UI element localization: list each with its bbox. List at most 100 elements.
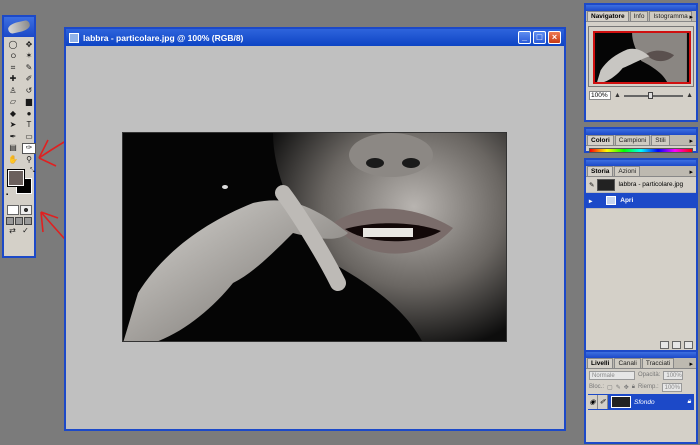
dodge-icon[interactable]: ● <box>22 108 36 120</box>
tab-layers[interactable]: Livelli <box>587 358 614 368</box>
layer-lock-icon: 🔒︎ <box>687 398 691 405</box>
snapshot-thumbnail <box>597 178 616 191</box>
navigator-thumbnail-image <box>597 33 687 82</box>
tab-color[interactable]: Colori <box>587 135 614 145</box>
full-screen-menu-button[interactable] <box>14 216 23 225</box>
navigator-view-box[interactable] <box>593 31 691 84</box>
minimize-button[interactable]: _ <box>518 31 531 44</box>
layers-palette: Livelli Canali Tracciati ▸ Normale Opaci… <box>584 350 698 444</box>
tab-actions[interactable]: Azioni <box>614 166 641 176</box>
imageready-jump-icon[interactable]: ⇄ <box>9 226 16 235</box>
navigator-preview[interactable] <box>588 26 694 87</box>
blur-icon[interactable]: ◆ <box>6 108 20 120</box>
maximize-button[interactable]: □ <box>533 31 546 44</box>
lock-transparency-icon[interactable]: ▢ <box>607 384 613 391</box>
open-step-icon <box>606 196 617 205</box>
pen-icon[interactable]: ✒ <box>6 131 20 143</box>
layers-lock-row: Bloc.: ▢ ✎ ✥ 🔒︎ Riemp.: 100% <box>586 381 696 393</box>
palette-menu-icon[interactable]: ▸ <box>689 168 693 176</box>
color-spectrum-bar[interactable] <box>589 148 693 153</box>
tab-channels[interactable]: Canali <box>614 358 641 368</box>
document-image[interactable] <box>122 132 507 342</box>
palette-menu-icon[interactable]: ▸ <box>689 137 693 145</box>
palette-menu-icon[interactable]: ▸ <box>689 360 693 368</box>
standard-screen-button[interactable] <box>6 216 15 225</box>
zoom-in-icon[interactable]: ▲ <box>686 92 693 99</box>
eyedropper-icon[interactable]: ✑ <box>22 142 36 154</box>
layer-name: Sfondo <box>634 398 655 406</box>
opacity-input[interactable]: 100% <box>663 370 684 380</box>
tab-styles[interactable]: Stili <box>651 135 670 145</box>
document-title: labbra - particolare.jpg @ 100% (RGB/8) <box>83 32 244 43</box>
gradient-icon[interactable]: ▆ <box>22 97 36 109</box>
layer-row-background[interactable]: ◉ ✐ Sfondo 🔒︎ <box>588 394 694 410</box>
photoshop-feather-icon <box>7 19 31 35</box>
edit-in-imageready-icon[interactable]: ✓ <box>22 226 29 235</box>
zoom-icon[interactable]: ⚲ <box>22 154 36 166</box>
tab-histogram[interactable]: Istogramma <box>649 11 692 21</box>
quick-mask-mode-button[interactable] <box>19 204 32 215</box>
opacity-label: Opacità: <box>638 372 661 378</box>
crop-icon[interactable]: ⌗ <box>6 62 20 74</box>
lock-image-icon[interactable]: ✎ <box>616 384 621 391</box>
healing-brush-icon[interactable]: ✚ <box>6 74 20 86</box>
shape-icon[interactable]: ▭ <box>22 131 36 143</box>
layers-tabs: Livelli Canali Tracciati ▸ <box>586 358 696 369</box>
hand-icon[interactable]: ✋ <box>6 154 20 166</box>
document-titlebar[interactable]: labbra - particolare.jpg @ 100% (RGB/8) … <box>66 29 564 46</box>
type-icon[interactable]: T <box>22 120 36 132</box>
blend-mode-select[interactable]: Normale <box>589 370 635 380</box>
tab-swatches[interactable]: Campioni <box>614 135 651 145</box>
history-brush-source-icon[interactable]: ✎ <box>589 181 594 189</box>
history-tabs: Storia Azioni ▸ <box>586 166 696 177</box>
clone-stamp-icon[interactable]: ♙ <box>6 85 20 97</box>
lock-all-icon[interactable]: 🔒︎ <box>632 384 635 391</box>
toolbox-header[interactable] <box>4 17 34 37</box>
eraser-icon[interactable]: ▱ <box>6 97 20 109</box>
new-snapshot-button[interactable] <box>672 341 681 349</box>
close-button[interactable]: × <box>548 31 561 44</box>
tab-info[interactable]: Info <box>629 11 649 21</box>
palette-menu-icon[interactable]: ▸ <box>689 13 693 21</box>
foreground-color-swatch[interactable] <box>7 168 25 187</box>
swap-colors-icon[interactable]: ⤡ <box>30 168 35 175</box>
navigator-palette: Navigatore Info Istogramma ▸ 100% ▲ ▲ <box>584 3 698 122</box>
zoom-input[interactable]: 100% <box>589 91 611 100</box>
document-window[interactable]: labbra - particolare.jpg @ 100% (RGB/8) … <box>64 27 566 431</box>
zoom-slider[interactable] <box>623 91 684 99</box>
color-tabs: Colori Campioni Stili ▸ <box>586 135 696 146</box>
history-palette: Storia Azioni ▸ ✎ labbra - particolare.j… <box>584 158 698 353</box>
fill-label: Riemp.: <box>637 384 659 390</box>
history-brush-icon[interactable]: ↺ <box>22 85 36 97</box>
layer-visibility-eye-icon[interactable]: ◉ <box>588 395 598 409</box>
default-colors-icon[interactable]: ▪ <box>6 192 8 198</box>
tab-paths[interactable]: Tracciati <box>641 358 675 368</box>
path-select-icon[interactable]: ➤ <box>6 120 20 132</box>
lips-photo-image <box>123 133 506 341</box>
color-swatches: ⤡ ▪ <box>6 168 35 202</box>
fill-input[interactable]: 100% <box>661 382 682 392</box>
color-palette: Colori Campioni Stili ▸ <box>584 127 698 153</box>
marquee-icon[interactable]: ◯ <box>6 39 20 51</box>
magic-wand-icon[interactable]: ✶ <box>22 51 36 63</box>
new-document-from-state-button[interactable] <box>660 341 669 349</box>
tab-history[interactable]: Storia <box>587 166 614 176</box>
move-icon[interactable]: ✥ <box>22 39 36 51</box>
history-step-marker-icon: ▸ <box>589 197 593 205</box>
toolbox: ◯ ✥ ഠ ✶ ⌗ ✎ ✚ ✐ ♙ ↺ ▱ ▆ ◆ ● ➤ T ✒ ▭ ▤ ✑ ✋ ⚲ ⤡ ▪ ⇄ ✓ <box>2 15 36 258</box>
zoom-slider-thumb[interactable] <box>647 91 653 99</box>
lasso-icon[interactable]: ഠ <box>6 51 20 63</box>
notes-icon[interactable]: ▤ <box>6 143 20 155</box>
history-step-row[interactable]: ▸ Apri <box>586 193 696 209</box>
slice-icon[interactable]: ✎ <box>22 62 36 74</box>
canvas-area[interactable] <box>66 46 564 429</box>
layer-edit-brush-icon[interactable]: ✐ <box>598 395 608 409</box>
zoom-out-icon[interactable]: ▲ <box>614 92 621 99</box>
history-snapshot-row[interactable]: ✎ labbra - particolare.jpg <box>586 177 696 193</box>
delete-state-button[interactable] <box>684 341 693 349</box>
tab-navigator[interactable]: Navigatore <box>587 11 629 21</box>
full-screen-button[interactable] <box>23 216 32 225</box>
brush-icon[interactable]: ✐ <box>22 74 36 86</box>
lock-position-icon[interactable]: ✥ <box>624 384 629 391</box>
standard-mode-button[interactable] <box>6 204 19 215</box>
